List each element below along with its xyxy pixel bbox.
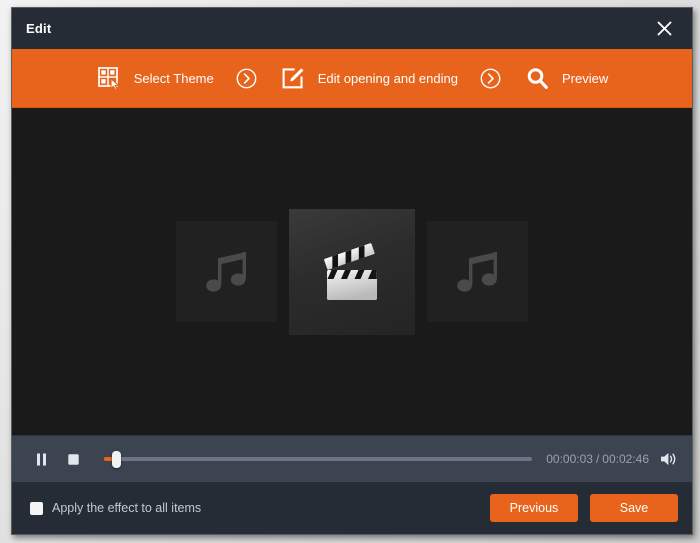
- volume-button[interactable]: [658, 448, 680, 470]
- previous-button[interactable]: Previous: [490, 494, 578, 522]
- seek-slider[interactable]: [104, 446, 533, 472]
- chevron-right-circle-icon: [481, 68, 501, 88]
- toolbar-step-preview[interactable]: Preview: [522, 64, 610, 92]
- seek-handle[interactable]: [112, 450, 121, 468]
- toolbar-step-select-theme[interactable]: Select Theme: [94, 64, 216, 92]
- current-time: 00:00:03: [546, 452, 593, 466]
- desktop-backdrop: Edit Select Theme Edit opening and endin…: [0, 0, 700, 543]
- time-readout: 00:00:03/00:02:46: [546, 452, 649, 466]
- dialog-footer: Apply the effect to all items Previous S…: [12, 482, 692, 534]
- pause-icon: [36, 453, 46, 465]
- pause-button[interactable]: [28, 446, 54, 472]
- step-separator-2[interactable]: [460, 68, 522, 89]
- total-time: 00:02:46: [602, 452, 649, 466]
- step-toolbar: Select Theme Edit opening and ending Pre…: [12, 49, 692, 108]
- edit-pencil-square-icon: [280, 64, 308, 92]
- music-note-icon: [205, 251, 246, 292]
- thumbnail-strip: [176, 208, 528, 335]
- apply-to-all-label: Apply the effect to all items: [52, 501, 202, 515]
- stop-button[interactable]: [60, 446, 86, 472]
- theme-grid-cursor-icon: [96, 64, 124, 92]
- save-button[interactable]: Save: [590, 494, 678, 522]
- title-bar: Edit: [12, 8, 692, 49]
- thumbnail-item[interactable]: [427, 221, 528, 322]
- thumbnail-item[interactable]: [176, 221, 277, 322]
- apply-to-all-checkbox[interactable]: [30, 501, 43, 515]
- edit-dialog-window: Edit Select Theme Edit opening and endin…: [11, 7, 693, 535]
- speaker-volume-icon: [661, 452, 676, 466]
- time-separator: /: [595, 452, 600, 466]
- toolbar-step-label: Preview: [561, 70, 609, 86]
- music-note-icon: [456, 251, 497, 292]
- toolbar-step-label: Select Theme: [133, 70, 214, 86]
- close-icon: [657, 21, 671, 36]
- chevron-right-circle-icon: [236, 68, 257, 88]
- thumbnail-item-active[interactable]: [289, 208, 415, 335]
- stop-icon: [67, 453, 79, 465]
- toolbar-step-edit-opening-ending[interactable]: Edit opening and ending: [278, 64, 460, 92]
- toolbar-step-label: Edit opening and ending: [317, 70, 458, 86]
- clapperboard-icon: [324, 242, 377, 300]
- apply-to-all-checkbox-row[interactable]: Apply the effect to all items: [30, 501, 201, 515]
- step-separator-1[interactable]: [216, 68, 278, 89]
- close-button[interactable]: [642, 8, 686, 49]
- playback-transport-bar: 00:00:03/00:02:46: [12, 435, 692, 482]
- seek-track: [104, 457, 533, 461]
- magnifier-icon: [524, 64, 552, 92]
- preview-stage: [12, 108, 692, 435]
- window-title: Edit: [26, 21, 52, 36]
